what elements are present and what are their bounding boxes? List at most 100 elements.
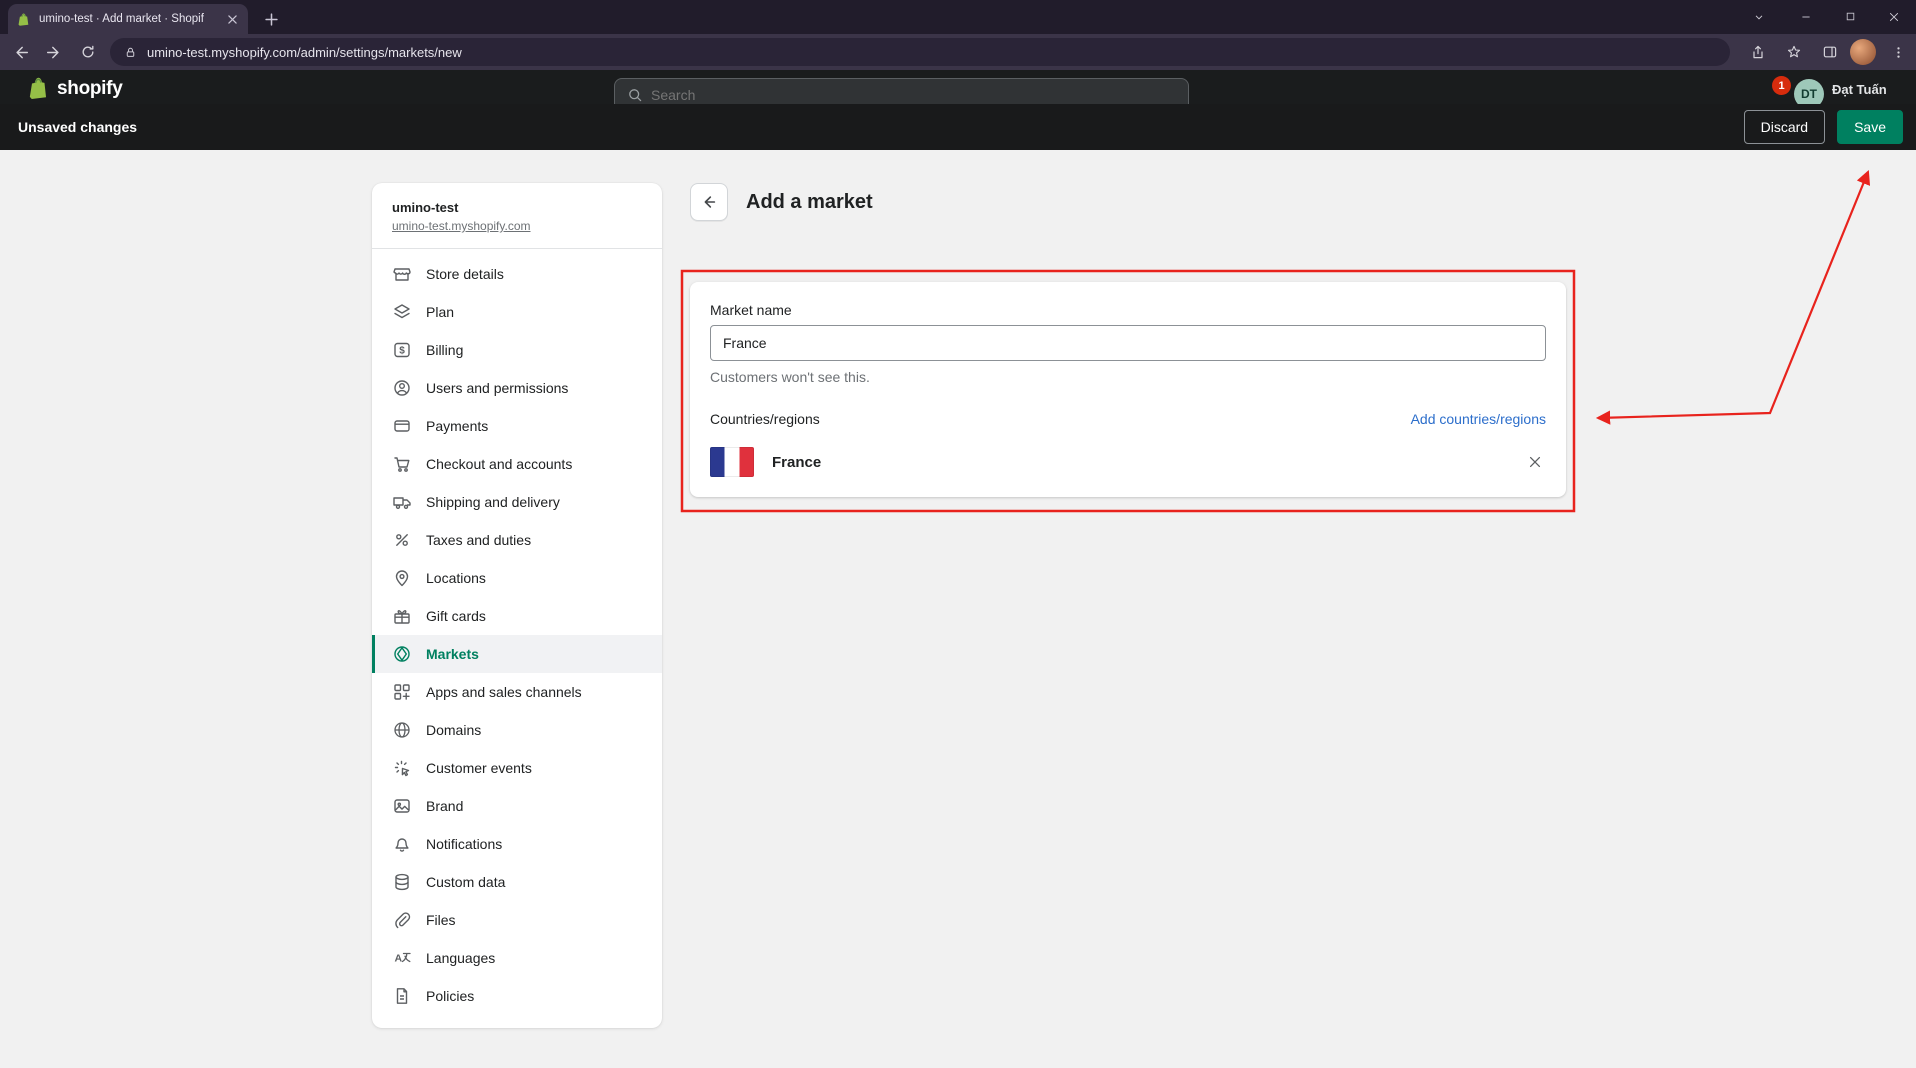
settings-main: Add a market Market name Customers won't… bbox=[682, 182, 1574, 497]
unsaved-changes-bar: Unsaved changes Discard Save bbox=[0, 104, 1916, 150]
unsaved-changes-label: Unsaved changes bbox=[18, 119, 137, 135]
sidebar-item-notifications[interactable]: Notifications bbox=[372, 825, 662, 863]
browser-tabstrip: umino-test · Add market · Shopif bbox=[0, 0, 1916, 34]
france-flag-icon bbox=[710, 447, 754, 477]
shopify-favicon-icon bbox=[16, 12, 31, 27]
page-title: Add a market bbox=[746, 191, 873, 214]
settings-sidebar: umino-test umino-test.myshopify.com Stor… bbox=[372, 183, 662, 1028]
forward-icon[interactable] bbox=[40, 38, 68, 66]
page-header: Add a market bbox=[682, 182, 1574, 222]
document-icon bbox=[392, 986, 412, 1006]
checkout-cart-icon bbox=[392, 454, 412, 474]
screen: umino-test · Add market · Shopif bbox=[0, 0, 1916, 1068]
sidebar-item-gift-cards[interactable]: Gift cards bbox=[372, 597, 662, 635]
bookmark-star-icon[interactable] bbox=[1780, 38, 1808, 66]
brand-image-icon bbox=[392, 796, 412, 816]
tab-close-icon[interactable] bbox=[224, 11, 240, 27]
sidebar-item-shipping-and-delivery[interactable]: Shipping and delivery bbox=[372, 483, 662, 521]
share-icon[interactable] bbox=[1744, 38, 1772, 66]
market-name-label: Market name bbox=[710, 302, 1546, 318]
shopify-logo-text: shopify bbox=[57, 78, 122, 100]
payments-icon bbox=[392, 416, 412, 436]
customer-events-icon bbox=[392, 758, 412, 778]
annotation-overlay bbox=[0, 0, 1916, 1068]
side-panel-icon[interactable] bbox=[1816, 38, 1844, 66]
lock-icon bbox=[124, 46, 137, 59]
search-icon bbox=[627, 87, 643, 103]
browser-tab[interactable]: umino-test · Add market · Shopif bbox=[8, 4, 248, 34]
country-row: France bbox=[710, 447, 1546, 477]
window-close-button[interactable] bbox=[1872, 0, 1916, 33]
user-name: Đạt Tuấn bbox=[1832, 82, 1887, 97]
domains-globe-icon bbox=[392, 720, 412, 740]
browser-toolbar: umino-test.myshopify.com/admin/settings/… bbox=[0, 34, 1916, 70]
url-text: umino-test.myshopify.com/admin/settings/… bbox=[147, 45, 462, 60]
sidebar-item-payments[interactable]: Payments bbox=[372, 407, 662, 445]
admin-search-box[interactable] bbox=[614, 78, 1189, 104]
sidebar-item-domains[interactable]: Domains bbox=[372, 711, 662, 749]
database-icon bbox=[392, 872, 412, 892]
taxes-percent-icon bbox=[392, 530, 412, 550]
sidebar-item-locations[interactable]: Locations bbox=[372, 559, 662, 597]
translate-icon: A bbox=[392, 948, 412, 968]
apps-grid-icon bbox=[392, 682, 412, 702]
market-card: Market name Customers won't see this. Co… bbox=[690, 282, 1566, 497]
settings-nav: Store details Plan $ Billing Users and p… bbox=[372, 249, 662, 1025]
sidebar-item-users-and-permissions[interactable]: Users and permissions bbox=[372, 369, 662, 407]
countries-section-header: Countries/regions Add countries/regions bbox=[710, 411, 1546, 427]
sidebar-item-store-details[interactable]: Store details bbox=[372, 255, 662, 293]
annotation-arrow bbox=[1598, 172, 1868, 418]
shopify-bag-icon bbox=[26, 75, 50, 102]
sidebar-item-plan[interactable]: Plan bbox=[372, 293, 662, 331]
back-icon[interactable] bbox=[6, 38, 34, 66]
save-button[interactable]: Save bbox=[1837, 110, 1903, 144]
shopify-topbar: shopify 1 DT Đạt Tuấn bbox=[0, 70, 1916, 104]
window-chevron-down-icon[interactable] bbox=[1742, 0, 1776, 33]
store-header: umino-test umino-test.myshopify.com bbox=[372, 183, 662, 249]
location-pin-icon bbox=[392, 568, 412, 588]
discard-button[interactable]: Discard bbox=[1744, 110, 1825, 144]
window-maximize-button[interactable] bbox=[1828, 0, 1872, 33]
store-name: umino-test bbox=[392, 200, 642, 215]
gift-icon bbox=[392, 606, 412, 626]
countries-label: Countries/regions bbox=[710, 411, 820, 427]
markets-icon bbox=[392, 644, 412, 664]
new-tab-button[interactable] bbox=[258, 6, 284, 32]
paperclip-icon bbox=[392, 910, 412, 930]
plan-icon bbox=[392, 302, 412, 322]
svg-text:A: A bbox=[395, 953, 403, 965]
user-avatar[interactable]: DT bbox=[1794, 79, 1824, 104]
shopify-logo: shopify bbox=[26, 75, 122, 102]
sidebar-item-brand[interactable]: Brand bbox=[372, 787, 662, 825]
shipping-truck-icon bbox=[392, 492, 412, 512]
sidebar-item-taxes-and-duties[interactable]: Taxes and duties bbox=[372, 521, 662, 559]
reload-icon[interactable] bbox=[74, 38, 102, 66]
sidebar-item-markets[interactable]: Markets bbox=[372, 635, 662, 673]
sidebar-item-checkout-and-accounts[interactable]: Checkout and accounts bbox=[372, 445, 662, 483]
back-arrow-icon bbox=[700, 193, 718, 211]
sidebar-item-custom-data[interactable]: Custom data bbox=[372, 863, 662, 901]
notification-count-badge[interactable]: 1 bbox=[1772, 76, 1791, 95]
url-bar[interactable]: umino-test.myshopify.com/admin/settings/… bbox=[110, 38, 1730, 66]
store-domain-link[interactable]: umino-test.myshopify.com bbox=[392, 219, 531, 233]
browser-profile-avatar[interactable] bbox=[1850, 39, 1876, 65]
window-minimize-button[interactable] bbox=[1784, 0, 1828, 33]
add-countries-link[interactable]: Add countries/regions bbox=[1411, 411, 1546, 427]
admin-search-input[interactable] bbox=[651, 87, 1176, 103]
save-bar-actions: Discard Save bbox=[1744, 110, 1903, 144]
sidebar-item-languages[interactable]: A Languages bbox=[372, 939, 662, 977]
sidebar-item-billing[interactable]: $ Billing bbox=[372, 331, 662, 369]
sidebar-item-apps-and-sales-channels[interactable]: Apps and sales channels bbox=[372, 673, 662, 711]
sidebar-item-policies[interactable]: Policies bbox=[372, 977, 662, 1015]
browser-menu-icon[interactable] bbox=[1884, 38, 1912, 66]
users-icon bbox=[392, 378, 412, 398]
sidebar-item-files[interactable]: Files bbox=[372, 901, 662, 939]
market-name-input[interactable] bbox=[710, 325, 1546, 361]
tab-title: umino-test · Add market · Shopif bbox=[39, 13, 216, 25]
sidebar-item-customer-events[interactable]: Customer events bbox=[372, 749, 662, 787]
back-button[interactable] bbox=[690, 183, 728, 221]
billing-icon: $ bbox=[392, 340, 412, 360]
svg-text:$: $ bbox=[399, 346, 405, 357]
remove-country-icon[interactable] bbox=[1524, 451, 1546, 473]
market-name-help: Customers won't see this. bbox=[710, 369, 1546, 385]
